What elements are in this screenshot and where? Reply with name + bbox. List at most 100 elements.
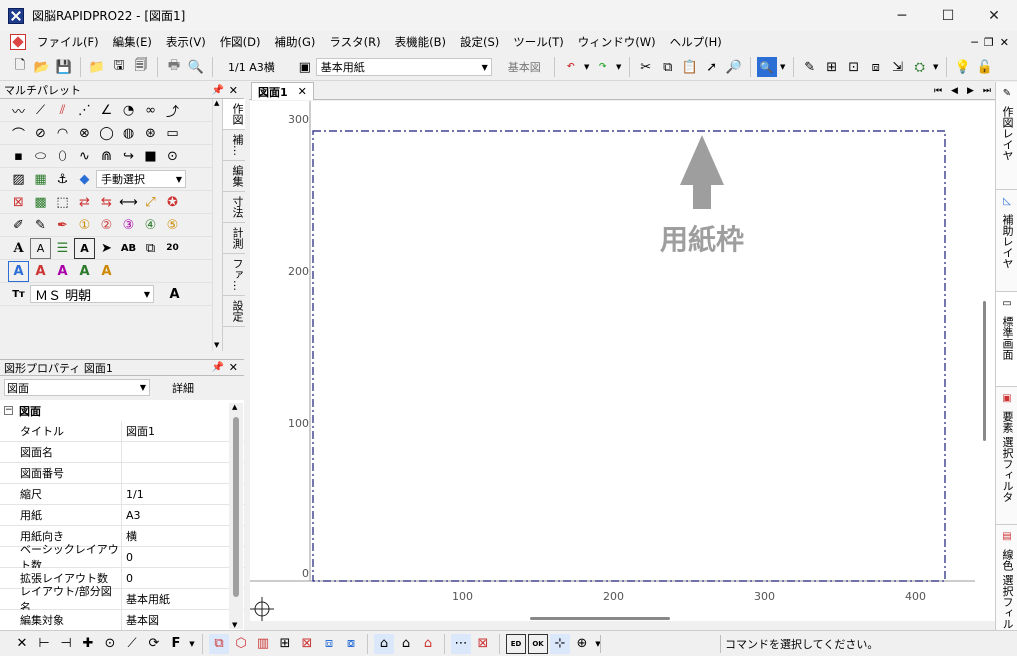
display-mode-2-icon[interactable]: ⌂ [396, 634, 416, 654]
group-icon[interactable]: ⧈ [866, 57, 886, 77]
toolbar-overflow-icon[interactable]: ▼ [932, 57, 940, 77]
scroll-down-icon[interactable]: ▼ [214, 341, 219, 349]
redo-icon[interactable]: ↷ [593, 57, 613, 77]
properties-detail-button[interactable]: 詳細 [172, 380, 194, 396]
menu-settings[interactable]: 設定(S) [453, 31, 506, 53]
palette-scrollbar[interactable]: ▲ ▼ [212, 99, 222, 351]
ellipse-arc-icon[interactable]: ⬯ [52, 146, 73, 167]
maximize-button[interactable]: ☐ [925, 0, 971, 31]
lock-icon[interactable]: 🔓 [975, 57, 995, 77]
pen-icon[interactable]: ✒ [52, 215, 73, 236]
document-menu-icon[interactable] [10, 34, 26, 50]
properties-scroll-thumb[interactable] [233, 417, 239, 597]
menu-assist[interactable]: 補助(G) [268, 31, 323, 53]
font-style-4-icon[interactable]: A [74, 261, 95, 282]
lightbulb-icon[interactable]: 💡 [953, 57, 973, 77]
zoom-area-icon[interactable]: ⊡ [844, 57, 864, 77]
font-style-1-icon[interactable]: A [8, 260, 29, 282]
prev-tab-icon[interactable]: ◀ [951, 86, 958, 96]
snap-midpoint-icon[interactable]: ⊣ [56, 634, 76, 654]
palette-tab-assist[interactable]: 補… [223, 130, 245, 161]
dimension-mode-icon[interactable]: ⊹ [550, 633, 570, 654]
property-value[interactable]: 横 [126, 528, 137, 544]
table-row[interactable]: 図面名 [0, 442, 244, 463]
table-row[interactable]: 用紙 A3 [0, 505, 244, 526]
hatch-icon[interactable]: ▨ [8, 169, 29, 190]
numbering-icon[interactable]: 20 [162, 238, 183, 259]
palette-tab-edit[interactable]: 編集 [223, 161, 245, 192]
canvas-vertical-scrollbar[interactable] [975, 101, 995, 621]
scale-icon[interactable]: ⤢ [140, 192, 161, 213]
first-tab-icon[interactable]: ⏮ [934, 86, 942, 96]
property-value[interactable]: 基本図 [126, 612, 159, 628]
scroll-up-icon[interactable]: ▲ [214, 99, 219, 107]
move-icon[interactable]: ⇄ [74, 192, 95, 213]
zoom-check-icon[interactable]: 🔎 [724, 57, 744, 77]
menu-edit[interactable]: 編集(E) [106, 31, 159, 53]
snap-free-icon[interactable]: F [166, 634, 186, 654]
grid-toggle-icon[interactable]: ⋯ [451, 633, 471, 654]
dotted-line-icon[interactable]: ⋰ [74, 100, 95, 121]
spline-icon[interactable]: ∿ [74, 146, 95, 167]
palette-tab-dimension[interactable]: 寸法 [223, 192, 245, 223]
canvas-horizontal-scrollbar[interactable] [250, 612, 975, 622]
snap-settings-icon[interactable]: ⊕ [572, 634, 592, 654]
circle-center-icon[interactable]: ⊗ [74, 123, 95, 144]
mdi-close-icon[interactable]: ✕ [1000, 36, 1009, 49]
box-point-icon[interactable]: ▪ [8, 146, 29, 167]
text-replace-icon[interactable]: AB [118, 238, 139, 259]
text-frame-icon[interactable]: A [74, 237, 95, 259]
layer-mode-5-icon[interactable]: ⊠ [297, 634, 317, 654]
palette-close-icon[interactable]: ✕ [229, 84, 238, 97]
scroll-down-icon[interactable]: ▼ [232, 621, 237, 629]
polyline-icon[interactable]: 〰 [8, 100, 29, 121]
curve-icon[interactable]: ⤴ [162, 100, 183, 121]
table-row[interactable]: タイトル 図面1 [0, 421, 244, 442]
table-row[interactable]: 図面番号 [0, 463, 244, 484]
pin-icon[interactable]: 📌 [212, 362, 224, 373]
menu-window[interactable]: ウィンドウ(W) [571, 31, 663, 53]
display-mode-1-icon[interactable]: ⌂ [374, 633, 394, 654]
line-icon[interactable]: ⟋ [30, 100, 51, 121]
layer-2-icon[interactable]: ② [96, 215, 117, 236]
snap-center-icon[interactable]: ⊙ [100, 634, 120, 654]
angle-line-icon[interactable]: ∠ [96, 100, 117, 121]
properties-group[interactable]: − 図面 [0, 400, 244, 421]
table-row[interactable]: 縮尺 1/1 [0, 484, 244, 505]
layer-tool-icon[interactable]: ✎ [800, 57, 820, 77]
tab-assist-layer[interactable]: ◺ 補助レイヤ [996, 190, 1017, 292]
close-tab-icon[interactable]: ✕ [298, 85, 307, 98]
undo-dropdown-icon[interactable]: ▼ [583, 57, 591, 77]
property-value[interactable]: A3 [126, 509, 141, 522]
transfer-icon[interactable]: ⇲ [888, 57, 908, 77]
layer-mode-6-icon[interactable]: ⧈ [319, 634, 339, 654]
double-circle-icon[interactable]: ∞ [140, 100, 161, 121]
property-value[interactable]: 図面1 [126, 423, 155, 439]
save-icon[interactable]: 💾 [54, 57, 74, 77]
snap-tangent-icon[interactable]: ⟋ [122, 634, 142, 654]
table-row[interactable]: 編集対象 基本図 [0, 610, 244, 631]
circle-diameter-icon[interactable]: ◍ [118, 123, 139, 144]
paste-icon[interactable]: 📋 [680, 57, 700, 77]
layer-mode-3-icon[interactable]: ▥ [253, 634, 273, 654]
scroll-up-icon[interactable]: ▲ [232, 403, 237, 411]
layer-mode-4-icon[interactable]: ⊞ [275, 634, 295, 654]
menu-draw[interactable]: 作図(D) [213, 31, 268, 53]
point-icon[interactable]: ⊙ [162, 146, 183, 167]
rectangle-icon[interactable]: ▭ [162, 123, 183, 144]
snap-rotate-icon[interactable]: ⟳ [144, 634, 164, 654]
palette-tab-draw[interactable]: 作図 [223, 99, 245, 130]
menu-help[interactable]: ヘルプ(H) [663, 31, 729, 53]
arc-tangent-icon[interactable]: ⊘ [30, 123, 51, 144]
export-icon[interactable]: 🗐 [131, 57, 151, 77]
font-select-dropdown[interactable]: ＭＳ 明朝 ▼ [30, 285, 154, 304]
layer-1-icon[interactable]: ① [74, 215, 95, 236]
undo-icon[interactable]: ↶ [561, 57, 581, 77]
ok-edit-icon[interactable]: OK [528, 633, 548, 654]
layer-5-icon[interactable]: ⑤ [162, 215, 183, 236]
layout-label[interactable]: 基本図 [500, 59, 549, 75]
crosshair-icon[interactable]: ⊠ [473, 634, 493, 654]
pin-icon[interactable]: 📌 [212, 85, 224, 96]
circle-icon[interactable]: ◯ [96, 123, 117, 144]
font-style-3-icon[interactable]: A [52, 261, 73, 282]
